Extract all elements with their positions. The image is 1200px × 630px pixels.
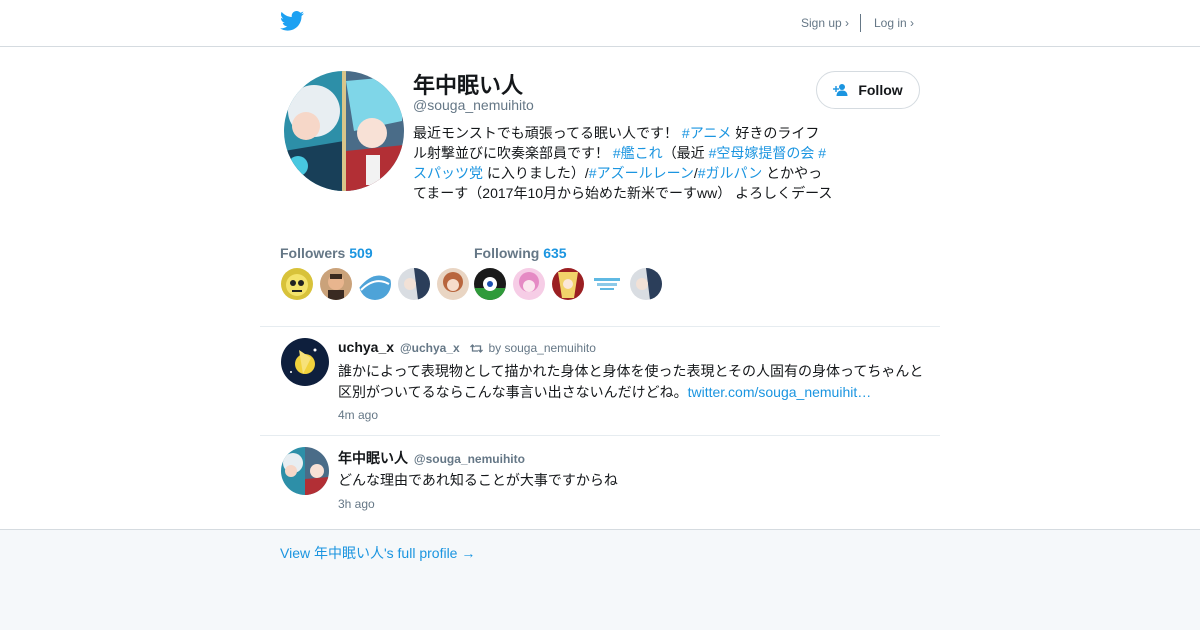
following-avatar[interactable] xyxy=(591,268,623,300)
following-avatar[interactable] xyxy=(630,268,662,300)
hashtag-carrier-wife-admiral[interactable]: #空母嫁提督の会 xyxy=(709,145,815,161)
person-add-icon xyxy=(833,84,848,96)
follower-avatar[interactable] xyxy=(398,268,430,300)
nav-divider xyxy=(860,14,861,32)
followers-avatars xyxy=(281,268,469,300)
tweet-author-name[interactable]: 年中眠い人 xyxy=(338,450,408,466)
tweet-author-name[interactable]: uchya_x xyxy=(338,339,394,355)
following-avatar[interactable] xyxy=(474,268,506,300)
followers-number: 509 xyxy=(349,245,373,261)
follower-avatar[interactable] xyxy=(359,268,391,300)
profile-avatar[interactable] xyxy=(284,71,404,191)
twitter-bird-icon[interactable] xyxy=(280,11,304,31)
profile-bio: 最近モンストでも頑張ってる眠い人です！ #アニメ 好きのライフル射撃並びに吹奏楽… xyxy=(413,123,833,203)
tweet-text: どんな理由であれ知ることが大事ですからね xyxy=(338,472,618,488)
tweet-header: uchya_x @uchya_x by souga_nemuihito xyxy=(338,339,596,355)
tweet-link[interactable]: twitter.com/souga_nemuihit… xyxy=(688,384,872,400)
tweet-avatar[interactable] xyxy=(281,447,329,495)
hashtag-anime[interactable]: #アニメ xyxy=(682,125,732,141)
follower-avatar[interactable] xyxy=(437,268,469,300)
hashtag-garupan[interactable]: #ガルパン xyxy=(698,165,763,181)
profile-screen-name: @souga_nemuihito xyxy=(413,97,534,113)
tweet-timestamp[interactable]: 3h ago xyxy=(338,497,375,511)
follower-avatar[interactable] xyxy=(320,268,352,300)
retweet-icon xyxy=(469,343,483,353)
follower-avatar[interactable] xyxy=(281,268,313,300)
bio-text: （最近 xyxy=(662,145,709,161)
footer: View 年中眠い人's full profile → xyxy=(0,529,1200,630)
full-profile-link[interactable]: View 年中眠い人's full profile → xyxy=(280,543,475,563)
tweet-text: 誰かによって表現物として描かれた身体と身体を使った表現とその人固有の身体ってちゃ… xyxy=(338,361,930,403)
tweet-author-handle[interactable]: @uchya_x xyxy=(400,341,460,355)
follow-button[interactable]: Follow xyxy=(816,71,920,109)
follow-button-label: Follow xyxy=(858,82,903,98)
following-number: 635 xyxy=(543,245,567,261)
retweeted-by: by souga_nemuihito xyxy=(488,341,596,355)
log-in-link[interactable]: Log in › xyxy=(874,16,914,30)
following-avatar[interactable] xyxy=(552,268,584,300)
tweet-timestamp[interactable]: 4m ago xyxy=(338,408,378,422)
hashtag-azur-lane[interactable]: #アズールレーン xyxy=(589,165,694,181)
following-avatars xyxy=(474,268,662,300)
following-count-link[interactable]: Following 635 xyxy=(474,245,567,261)
tweet-header: 年中眠い人 @souga_nemuihito xyxy=(338,448,525,468)
hashtag-kancolle[interactable]: #艦これ xyxy=(613,145,663,161)
followers-count-link[interactable]: Followers 509 xyxy=(280,245,373,261)
divider xyxy=(260,435,940,436)
top-bar: Sign up › Log in › xyxy=(0,0,1200,47)
bio-text: に入りました）/ xyxy=(483,165,589,181)
following-avatar[interactable] xyxy=(513,268,545,300)
profile-display-name: 年中眠い人 xyxy=(413,73,524,98)
sign-up-link[interactable]: Sign up › xyxy=(801,16,849,30)
divider xyxy=(260,326,940,327)
following-label: Following xyxy=(474,245,540,261)
followers-label: Followers xyxy=(280,245,346,261)
tweet-avatar[interactable] xyxy=(281,338,329,386)
tweet-author-handle[interactable]: @souga_nemuihito xyxy=(414,452,525,466)
bio-text: 最近モンストでも頑張ってる眠い人です！ xyxy=(413,125,682,141)
